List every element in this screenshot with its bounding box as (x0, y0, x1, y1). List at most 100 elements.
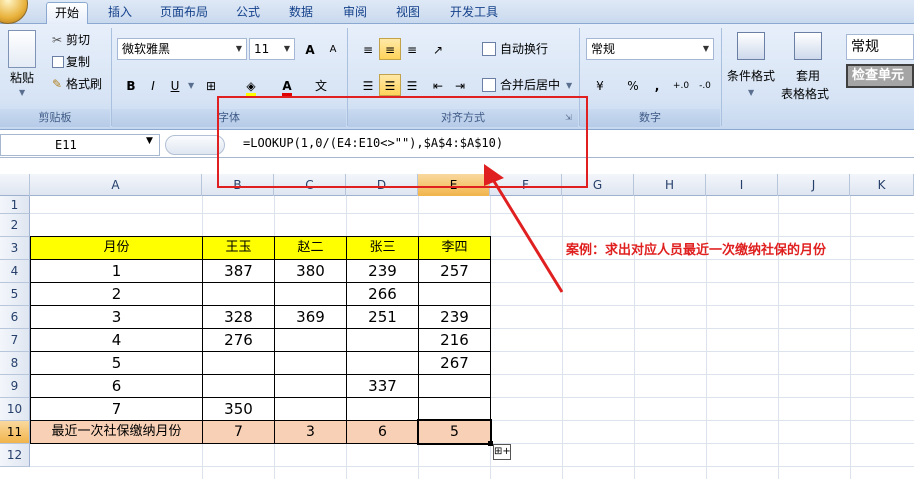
table-cell[interactable] (203, 375, 275, 398)
result-cell[interactable]: 7 (203, 421, 275, 444)
row-header[interactable]: 5 (0, 283, 30, 306)
decrease-indent-button[interactable]: ⇤ (427, 74, 449, 96)
increase-decimal-button[interactable]: +.0 (670, 74, 692, 96)
table-cell[interactable] (275, 283, 347, 306)
table-cell[interactable]: 5 (31, 352, 203, 375)
column-header[interactable]: K (850, 174, 914, 196)
row-header[interactable]: 6 (0, 306, 30, 329)
table-cell[interactable]: 239 (419, 306, 491, 329)
chevron-down-icon[interactable]: ▼ (146, 136, 153, 146)
row-header[interactable]: 3 (0, 237, 30, 260)
tab-developer[interactable]: 开发工具 (442, 2, 506, 24)
table-cell[interactable] (275, 398, 347, 421)
table-cell[interactable]: 369 (275, 306, 347, 329)
result-label-cell[interactable]: 最近一次社保缴纳月份 (31, 421, 203, 444)
column-header[interactable]: J (778, 174, 850, 196)
merge-center-button[interactable]: 合并后居中 (500, 75, 560, 95)
table-cell[interactable]: 7 (31, 398, 203, 421)
table-cell[interactable]: 328 (203, 306, 275, 329)
style-normal[interactable]: 常规 (846, 34, 914, 60)
table-format-button-line1[interactable]: 套用 (796, 66, 820, 86)
format-painter-button[interactable]: 格式刷 (66, 74, 102, 94)
decrease-decimal-button[interactable]: -.0 (694, 74, 716, 96)
underline-button[interactable]: U (164, 74, 186, 96)
font-color-button[interactable]: A (276, 74, 298, 96)
chevron-down-icon[interactable]: ▼ (566, 81, 572, 90)
tab-view[interactable]: 视图 (388, 2, 428, 24)
table-cell[interactable] (347, 352, 419, 375)
table-format-button-line2[interactable]: 表格格式 (781, 84, 829, 104)
font-name-select[interactable]: 微软雅黑 ▼ (117, 38, 247, 60)
align-center-button[interactable]: ☰ (379, 74, 401, 96)
table-cell[interactable]: 380 (275, 260, 347, 283)
font-size-select[interactable]: 11 ▼ (249, 38, 295, 60)
table-cell[interactable]: 276 (203, 329, 275, 352)
table-cell[interactable] (347, 329, 419, 352)
chevron-down-icon[interactable]: ▼ (748, 88, 754, 97)
table-header-cell[interactable]: 张三 (347, 237, 419, 260)
row-header[interactable]: 12 (0, 444, 30, 467)
table-cell[interactable]: 216 (419, 329, 491, 352)
table-cell[interactable]: 3 (31, 306, 203, 329)
italic-button[interactable]: I (142, 74, 164, 96)
number-format-select[interactable]: 常规 ▼ (586, 38, 714, 60)
style-check-cell[interactable]: 检查单元 (846, 64, 914, 88)
row-header[interactable]: 8 (0, 352, 30, 375)
paste-dropdown-icon[interactable]: ▼ (19, 88, 25, 97)
office-button[interactable] (0, 0, 28, 24)
comma-button[interactable]: , (646, 74, 668, 96)
table-cell[interactable] (419, 375, 491, 398)
table-cell[interactable]: 387 (203, 260, 275, 283)
name-box[interactable]: E11 (0, 134, 160, 156)
align-middle-button[interactable]: ≡ (379, 38, 401, 60)
table-cell[interactable] (203, 352, 275, 375)
table-cell[interactable]: 251 (347, 306, 419, 329)
paste-options-icon[interactable]: ⊞+ (493, 444, 511, 460)
result-cell[interactable]: 3 (275, 421, 347, 444)
paste-icon[interactable] (8, 30, 36, 68)
paste-button[interactable]: 粘贴 (10, 68, 34, 88)
tab-insert[interactable]: 插入 (100, 2, 140, 24)
table-cell[interactable] (419, 398, 491, 421)
row-header[interactable]: 2 (0, 214, 30, 237)
column-header[interactable]: H (634, 174, 706, 196)
table-cell[interactable] (203, 283, 275, 306)
row-header[interactable]: 7 (0, 329, 30, 352)
tab-data[interactable]: 数据 (281, 2, 321, 24)
row-header-selected[interactable]: 11 (0, 421, 30, 444)
row-header[interactable]: 10 (0, 398, 30, 421)
increase-indent-button[interactable]: ⇥ (449, 74, 471, 96)
table-cell[interactable]: 350 (203, 398, 275, 421)
orientation-button[interactable]: ↗ (427, 38, 449, 60)
table-cell[interactable]: 267 (419, 352, 491, 375)
align-top-button[interactable]: ≡ (357, 38, 379, 60)
table-cell[interactable]: 2 (31, 283, 203, 306)
table-cell[interactable] (275, 352, 347, 375)
table-cell[interactable] (275, 375, 347, 398)
conditional-format-button[interactable]: 条件格式 (727, 66, 775, 86)
table-header-cell[interactable]: 王玉 (203, 237, 275, 260)
cut-button[interactable]: 剪切 (66, 30, 90, 50)
formula-controls[interactable] (165, 135, 225, 155)
table-cell[interactable]: 337 (347, 375, 419, 398)
table-cell[interactable] (275, 329, 347, 352)
align-left-button[interactable]: ☰ (357, 74, 379, 96)
currency-button[interactable]: ¥ (589, 74, 611, 96)
align-right-button[interactable]: ☰ (401, 74, 423, 96)
wrap-text-button[interactable]: 自动换行 (500, 39, 548, 59)
table-header-cell[interactable]: 赵二 (275, 237, 347, 260)
row-header[interactable]: 9 (0, 375, 30, 398)
copy-button[interactable]: 复制 (66, 52, 90, 72)
align-bottom-button[interactable]: ≡ (401, 38, 423, 60)
row-header[interactable]: 1 (0, 196, 30, 214)
column-header[interactable]: I (706, 174, 778, 196)
table-header-cell[interactable]: 月份 (31, 237, 203, 260)
grow-font-button[interactable]: A (299, 38, 321, 60)
column-header[interactable]: A (30, 174, 202, 196)
select-all-corner[interactable] (0, 174, 30, 196)
table-cell[interactable]: 1 (31, 260, 203, 283)
phonetic-button[interactable]: 文 (310, 74, 332, 96)
table-cell[interactable]: 266 (347, 283, 419, 306)
table-cell[interactable] (347, 398, 419, 421)
row-header[interactable]: 4 (0, 260, 30, 283)
